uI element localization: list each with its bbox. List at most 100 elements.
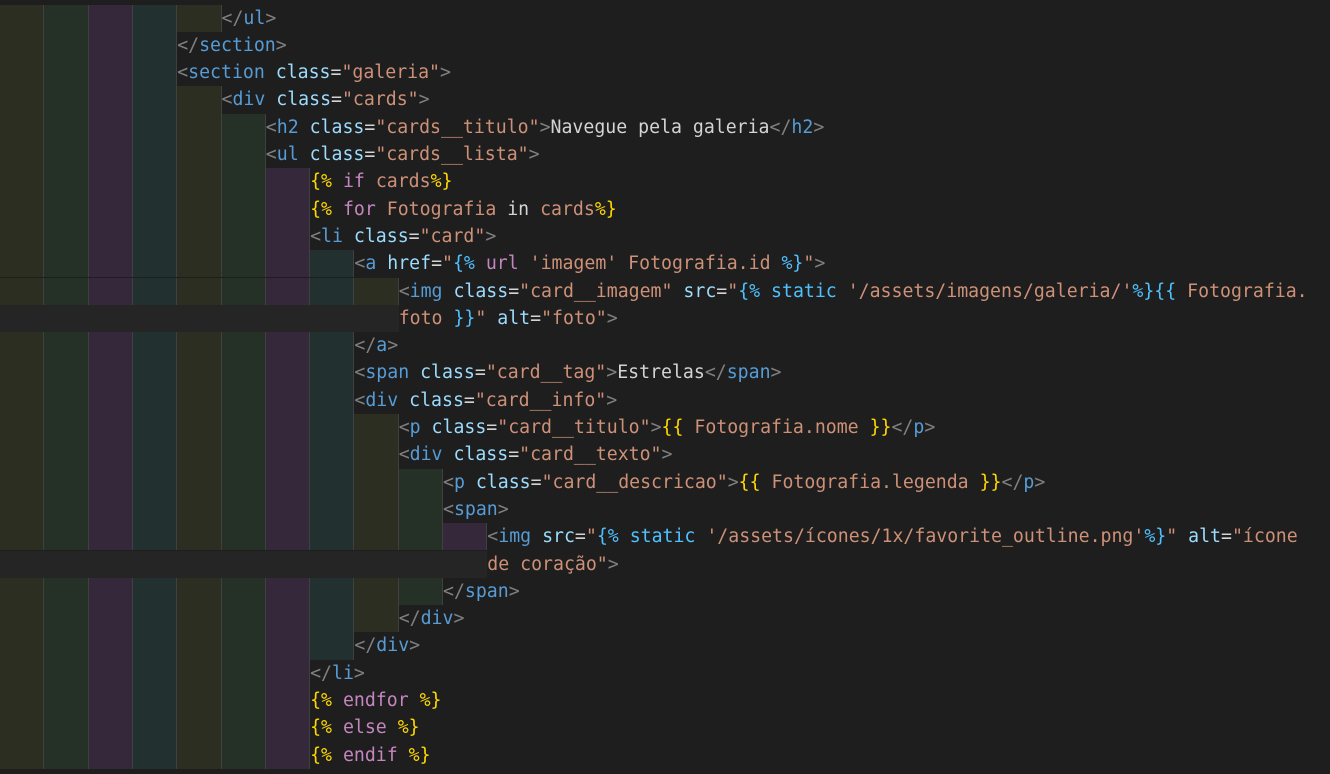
token-jinja: static [771, 280, 837, 302]
indent-guide-band [265, 332, 311, 360]
code-text: </div> [399, 605, 465, 632]
indent-guide-band [132, 31, 178, 60]
code-text: <li class="card"> [310, 223, 496, 250]
code-text: <p class="card__titulo">{{ Fotografia.no… [399, 414, 936, 441]
indent-guide-band [88, 714, 133, 742]
code-editor[interactable]: </ul> </section> <section class="galeria">… [0, 0, 1330, 774]
code-text: {% endif %} [310, 742, 430, 769]
token-punct: > [409, 635, 421, 657]
indent-guide-band [221, 414, 266, 442]
code-line[interactable]: <img src="{% static '/assets/ícones/1x/f… [0, 523, 1330, 551]
code-line[interactable]: <div class="card__info"> [0, 386, 1330, 414]
code-line[interactable]: {% if cards%} [0, 168, 1330, 196]
token-eq: = [574, 526, 586, 548]
indent-guide-band [354, 523, 399, 551]
indent-guide-band [0, 250, 45, 278]
token-brace: }} [869, 417, 892, 438]
code-line-wrapped[interactable]: de coração"> [0, 550, 1330, 578]
code-line[interactable]: <img class="card__imagem" src="{% static… [0, 277, 1330, 305]
indent-guide-band [132, 441, 178, 469]
code-line[interactable]: <p class="card__descricao">{{ Fotografia… [0, 468, 1330, 496]
indent-guide-band [44, 31, 89, 60]
code-line[interactable]: <li class="card"> [0, 222, 1330, 251]
code-line[interactable]: </a> [0, 332, 1330, 360]
indent-guide-band [132, 659, 178, 687]
code-line[interactable]: <a href="{% url 'imagem' Fotografia.id %… [0, 250, 1330, 278]
indent-guide-band [221, 741, 266, 769]
code-line[interactable]: <div class="cards"> [0, 86, 1330, 114]
indent-guide-band [44, 605, 89, 633]
code-line-wrapped[interactable]: foto }}" alt="foto"> [0, 304, 1330, 333]
code-text: </ul> [222, 5, 277, 32]
indent-guide-band [265, 441, 311, 469]
token-str: " [475, 307, 487, 329]
indent-guide-band [44, 86, 89, 114]
indent-guide-band [132, 113, 178, 141]
token-str: "card__tag" [485, 362, 607, 384]
token-punct: > [485, 225, 497, 247]
indent-guide-band [265, 523, 311, 551]
token-jinja: static [629, 526, 696, 548]
code-line[interactable]: </div> [0, 632, 1330, 660]
indent-guide-band [0, 31, 45, 60]
token-jinja: }} [453, 307, 476, 329]
token-str: " [1166, 526, 1178, 548]
code-text: </section> [177, 32, 287, 59]
code-line[interactable]: <span class="card__tag">Estrelas</span> [0, 359, 1330, 387]
indent-guide-band [265, 468, 311, 496]
token-brace: {{ [661, 417, 684, 438]
token-str: "ícone [1231, 526, 1298, 548]
token-tag: section [188, 62, 265, 84]
code-line[interactable]: {% endfor %} [0, 687, 1330, 715]
code-line[interactable]: <p class="card__titulo">{{ Fotografia.no… [0, 414, 1330, 442]
code-text: <a href="{% url 'imagem' Fotografia.id %… [354, 250, 825, 277]
token-attr: class [420, 362, 475, 384]
token-kw: for [342, 198, 376, 220]
indent-guide-band [0, 141, 45, 169]
indent-guide-band [0, 359, 45, 387]
token-tag: ul [243, 7, 266, 29]
indent-guide-band [88, 277, 133, 305]
code-line[interactable]: {% endif %} [0, 741, 1330, 769]
code-line[interactable]: <ul class="cards__lista"> [0, 141, 1330, 169]
indent-guide-band [265, 741, 311, 769]
token-punct: > [497, 498, 509, 520]
indent-guide-band [221, 277, 266, 305]
code-line[interactable]: <h2 class="cards__titulo">Navegue pela g… [0, 113, 1330, 141]
token-punct: > [606, 389, 618, 411]
token-tag: a [365, 253, 377, 275]
indent-guide-band [265, 414, 311, 442]
token-punct: > [440, 62, 451, 84]
code-line[interactable]: </section> [0, 31, 1330, 60]
token-tag: span [453, 498, 498, 520]
indent-guide-band [44, 468, 89, 496]
indent-guide-band [132, 195, 178, 223]
code-line[interactable]: </span> [0, 577, 1330, 606]
indent-guide-band [0, 441, 45, 469]
token-punct: > [539, 116, 551, 138]
code-line[interactable]: {% for Fotografia in cards%} [0, 195, 1330, 223]
code-line[interactable]: </li> [0, 659, 1330, 687]
token-eq: = [1221, 526, 1232, 548]
code-line[interactable]: {% else %} [0, 714, 1330, 742]
indent-guide-band [44, 4, 89, 32]
token-jinja: %} [1144, 526, 1167, 548]
token-text: in [496, 198, 541, 220]
token-tag: p [1023, 471, 1035, 493]
indent-guide-band [0, 277, 45, 305]
token-attr: src [542, 526, 575, 548]
code-line[interactable]: <section class="galeria"> [0, 59, 1330, 87]
code-line[interactable]: </div> [0, 605, 1330, 633]
token-jinja: %}{{ [1132, 280, 1177, 302]
indent-guide-band [88, 495, 133, 524]
code-line[interactable]: <div class="card__texto"> [0, 441, 1330, 469]
code-line[interactable]: <span> [0, 495, 1330, 524]
code-line[interactable]: </ul> [0, 4, 1330, 32]
indent-guide-band [44, 523, 89, 551]
token-punct: > [606, 307, 618, 329]
indent-guide-band [177, 250, 222, 278]
indent-guide-band [398, 468, 443, 496]
token-eq: = [331, 89, 342, 111]
